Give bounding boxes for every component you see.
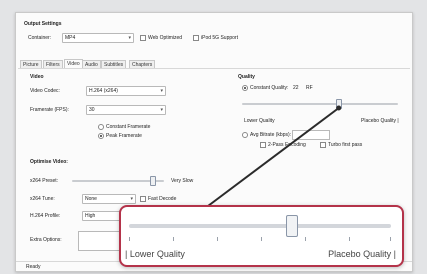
zoom-lower-quality-label: | Lower Quality	[125, 249, 185, 259]
zoom-slider-track	[129, 224, 391, 228]
zoom-tick	[217, 237, 218, 241]
zoom-tick	[129, 237, 130, 241]
zoom-tick	[349, 237, 350, 241]
zoom-tick	[261, 237, 262, 241]
zoom-callout: | Lower Quality Placebo Quality |	[119, 205, 404, 267]
zoom-tick	[390, 237, 391, 241]
zoom-tick	[173, 237, 174, 241]
zoom-placebo-quality-label: Placebo Quality |	[328, 249, 396, 259]
zoom-slider-thumb	[286, 215, 299, 237]
zoom-tick	[305, 237, 306, 241]
